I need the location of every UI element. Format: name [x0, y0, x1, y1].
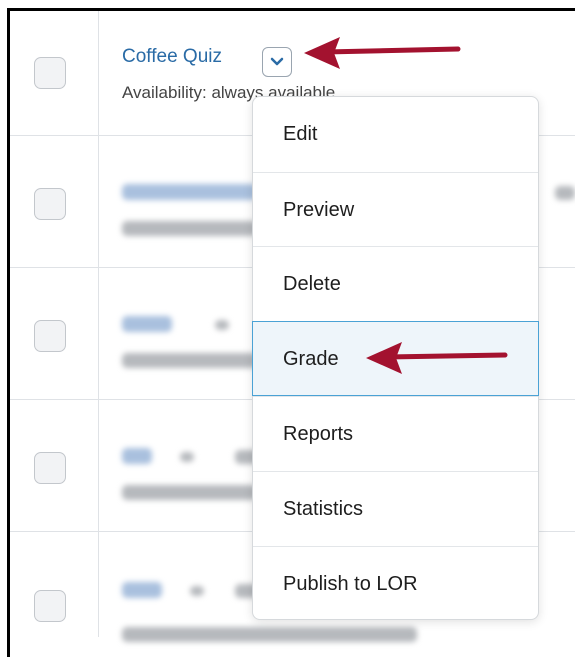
menu-item-delete[interactable]: Delete — [253, 246, 538, 321]
blurred-caret — [215, 320, 229, 330]
menu-item-publish-to-lor[interactable]: Publish to LOR — [253, 546, 538, 621]
menu-item-statistics[interactable]: Statistics — [253, 471, 538, 546]
row-checkbox[interactable] — [34, 188, 66, 220]
row-checkbox[interactable] — [34, 452, 66, 484]
blurred-quiz-title — [122, 582, 162, 598]
context-menu-button[interactable] — [262, 47, 292, 77]
checkbox-cell — [10, 268, 99, 399]
blurred-caret — [190, 586, 204, 596]
checkbox-cell — [10, 400, 99, 531]
blurred-availability — [122, 353, 257, 368]
menu-item-preview[interactable]: Preview — [253, 172, 538, 247]
menu-item-edit[interactable]: Edit — [253, 97, 538, 172]
checkbox-cell — [10, 136, 99, 267]
arrow-left-icon — [366, 342, 508, 374]
blurred-availability — [122, 485, 257, 500]
blurred-availability — [122, 221, 257, 236]
blurred-extra — [555, 186, 575, 200]
checkbox-cell — [10, 532, 99, 637]
quiz-title-link[interactable]: Coffee Quiz — [122, 46, 222, 68]
menu-item-reports[interactable]: Reports — [253, 396, 538, 471]
arrow-left-icon — [304, 37, 461, 69]
blurred-quiz-title — [122, 448, 152, 464]
blurred-quiz-title — [122, 184, 257, 200]
blurred-quiz-title — [122, 316, 172, 332]
row-checkbox[interactable] — [34, 590, 66, 622]
checkbox-cell — [10, 11, 99, 135]
chevron-down-icon — [270, 57, 284, 66]
blurred-caret — [180, 452, 194, 462]
blurred-availability — [122, 627, 417, 642]
row-checkbox[interactable] — [34, 57, 66, 89]
row-checkbox[interactable] — [34, 320, 66, 352]
